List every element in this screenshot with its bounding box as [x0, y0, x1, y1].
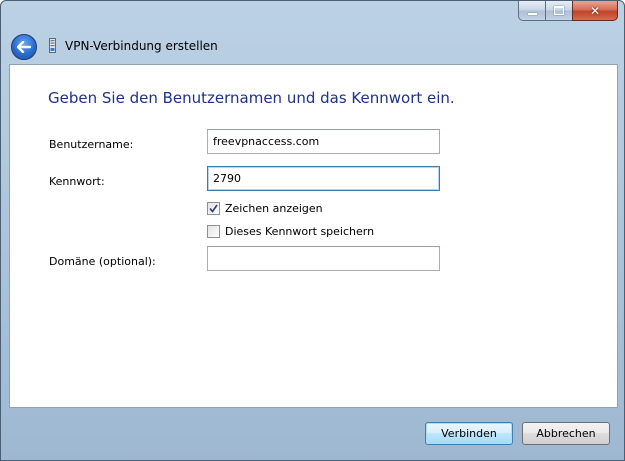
minimize-button[interactable] — [518, 1, 545, 21]
content-panel: Geben Sie den Benutzernamen und das Kenn… — [9, 64, 618, 408]
checkmark-icon — [209, 204, 218, 213]
show-characters-label: Zeichen anzeigen — [225, 202, 323, 215]
connect-button[interactable]: Verbinden — [425, 422, 513, 445]
domain-input[interactable] — [207, 246, 440, 271]
save-password-label: Dieses Kennwort speichern — [225, 225, 375, 238]
close-icon: ✕ — [589, 3, 601, 18]
show-characters-checkbox[interactable] — [207, 202, 220, 215]
password-label: Kennwort: — [49, 175, 105, 188]
back-button[interactable] — [11, 34, 37, 60]
caption-buttons: ✕ — [518, 1, 618, 21]
page-heading: Geben Sie den Benutzernamen und das Kenn… — [48, 89, 455, 107]
back-arrow-icon — [17, 41, 31, 53]
close-button[interactable]: ✕ — [572, 1, 618, 21]
save-password-option[interactable]: Dieses Kennwort speichern — [207, 225, 374, 238]
domain-label: Domäne (optional): — [49, 255, 156, 268]
maximize-icon — [554, 6, 564, 15]
password-input[interactable]: 2790 — [207, 166, 440, 191]
minimize-icon — [527, 13, 537, 15]
show-characters-option[interactable]: Zeichen anzeigen — [207, 202, 323, 215]
username-label: Benutzername: — [49, 138, 134, 151]
vpn-network-icon — [49, 38, 56, 53]
save-password-checkbox[interactable] — [207, 225, 220, 238]
maximize-button[interactable] — [545, 1, 572, 21]
window-title: VPN-Verbindung erstellen — [65, 39, 218, 53]
vpn-wizard-window: ✕ VPN-Verbindung erstellen Geben Sie den… — [0, 0, 625, 461]
username-input[interactable]: freevpnaccess.com — [207, 129, 440, 154]
cancel-button[interactable]: Abbrechen — [522, 422, 610, 445]
